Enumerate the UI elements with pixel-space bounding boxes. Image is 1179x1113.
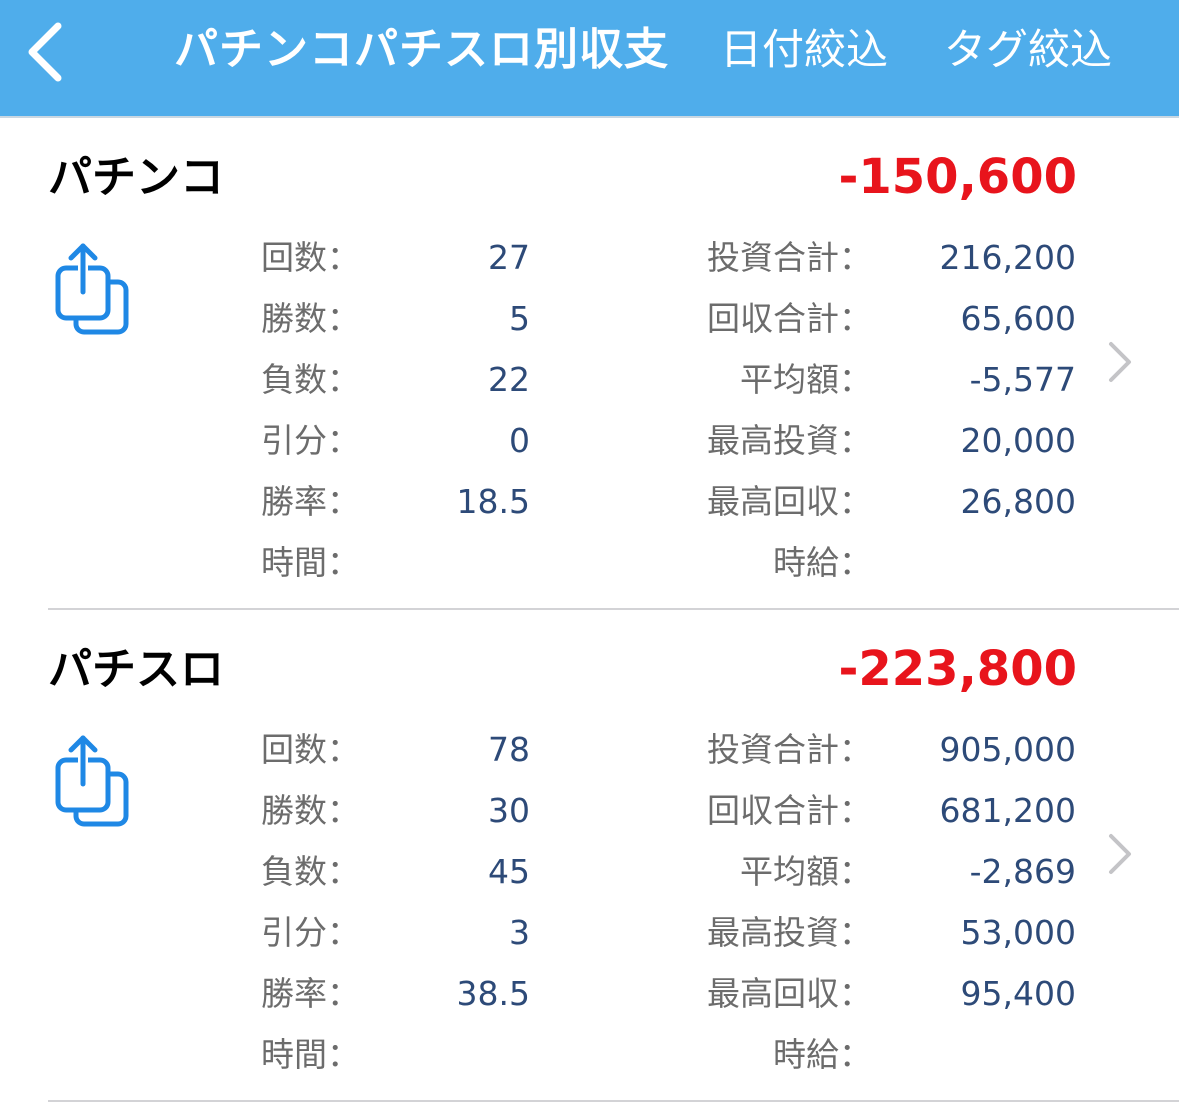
stat-value: -5,577 (969, 360, 1076, 399)
stat-label: 平均額： (740, 852, 872, 891)
stat-label: 投資合計： (707, 730, 872, 769)
stat-value: 905,000 (939, 730, 1076, 769)
row-separator (48, 1100, 1179, 1102)
page-title: パチンコパチスロ別収支 (174, 24, 669, 75)
stat-value: 53,000 (960, 913, 1076, 952)
stat-value: -2,869 (969, 852, 1076, 891)
stat-label: 負数： (261, 852, 360, 891)
stat-label: 時間： (261, 1035, 360, 1074)
chevron-right-icon (1109, 342, 1131, 382)
stat-label: 勝率： (261, 974, 360, 1013)
stat-label: 勝率： (261, 482, 360, 521)
stat-label: 負数： (261, 360, 360, 399)
back-button[interactable] (18, 14, 78, 90)
share-button[interactable] (52, 240, 134, 340)
stat-label: 平均額： (740, 360, 872, 399)
stat-label: 勝数： (261, 299, 360, 338)
stat-value: 95,400 (960, 974, 1076, 1013)
stat-value: 216,200 (939, 238, 1076, 277)
stat-label: 時給： (773, 1035, 872, 1074)
stat-label: 回収合計： (707, 791, 872, 830)
stat-value: 20,000 (960, 421, 1076, 460)
share-icon (55, 243, 129, 335)
category-row-pachislot[interactable]: パチスロ -223,800 回数： 78 投資合計： 905,000 勝数： 3… (0, 610, 1179, 1102)
stat-label: 引分： (261, 913, 360, 952)
date-filter-button[interactable]: 日付絞込 (720, 18, 888, 82)
stat-value: 38.5 (456, 974, 530, 1013)
stat-label: 最高投資： (707, 913, 872, 952)
tag-filter-button[interactable]: タグ絞込 (944, 18, 1112, 82)
stat-label: 時間： (261, 543, 360, 582)
category-title: パチンコ (48, 152, 224, 203)
stat-label: 回数： (261, 238, 360, 277)
stat-value: 18.5 (456, 482, 530, 521)
share-button[interactable] (52, 732, 134, 832)
stat-label: 投資合計： (707, 238, 872, 277)
stat-label: 最高回収： (707, 482, 872, 521)
category-total: -150,600 (838, 149, 1077, 205)
category-row-pachinko[interactable]: パチンコ -150,600 回数： 27 投資合計： 216,200 勝数： 5… (0, 118, 1179, 610)
chevron-right-icon (1109, 834, 1131, 874)
stat-label: 引分： (261, 421, 360, 460)
stat-label: 最高回収： (707, 974, 872, 1013)
stat-value: 78 (488, 730, 530, 769)
navigation-bar: パチンコパチスロ別収支 日付絞込 タグ絞込 (0, 0, 1179, 116)
stat-value: 681,200 (939, 791, 1076, 830)
category-total: -223,800 (838, 641, 1077, 697)
stat-label: 最高投資： (707, 421, 872, 460)
share-icon (55, 735, 129, 827)
stat-value: 0 (509, 421, 530, 460)
stat-label: 時給： (773, 543, 872, 582)
stat-value: 27 (488, 238, 530, 277)
stat-value: 3 (509, 913, 530, 952)
chevron-left-icon (28, 22, 62, 82)
stat-value: 26,800 (960, 482, 1076, 521)
category-title: パチスロ (48, 644, 224, 695)
stat-value: 45 (488, 852, 530, 891)
stat-value: 65,600 (960, 299, 1076, 338)
stat-label: 勝数： (261, 791, 360, 830)
stat-label: 回収合計： (707, 299, 872, 338)
stat-value: 5 (509, 299, 530, 338)
stat-value: 30 (488, 791, 530, 830)
stat-label: 回数： (261, 730, 360, 769)
stat-value: 22 (488, 360, 530, 399)
